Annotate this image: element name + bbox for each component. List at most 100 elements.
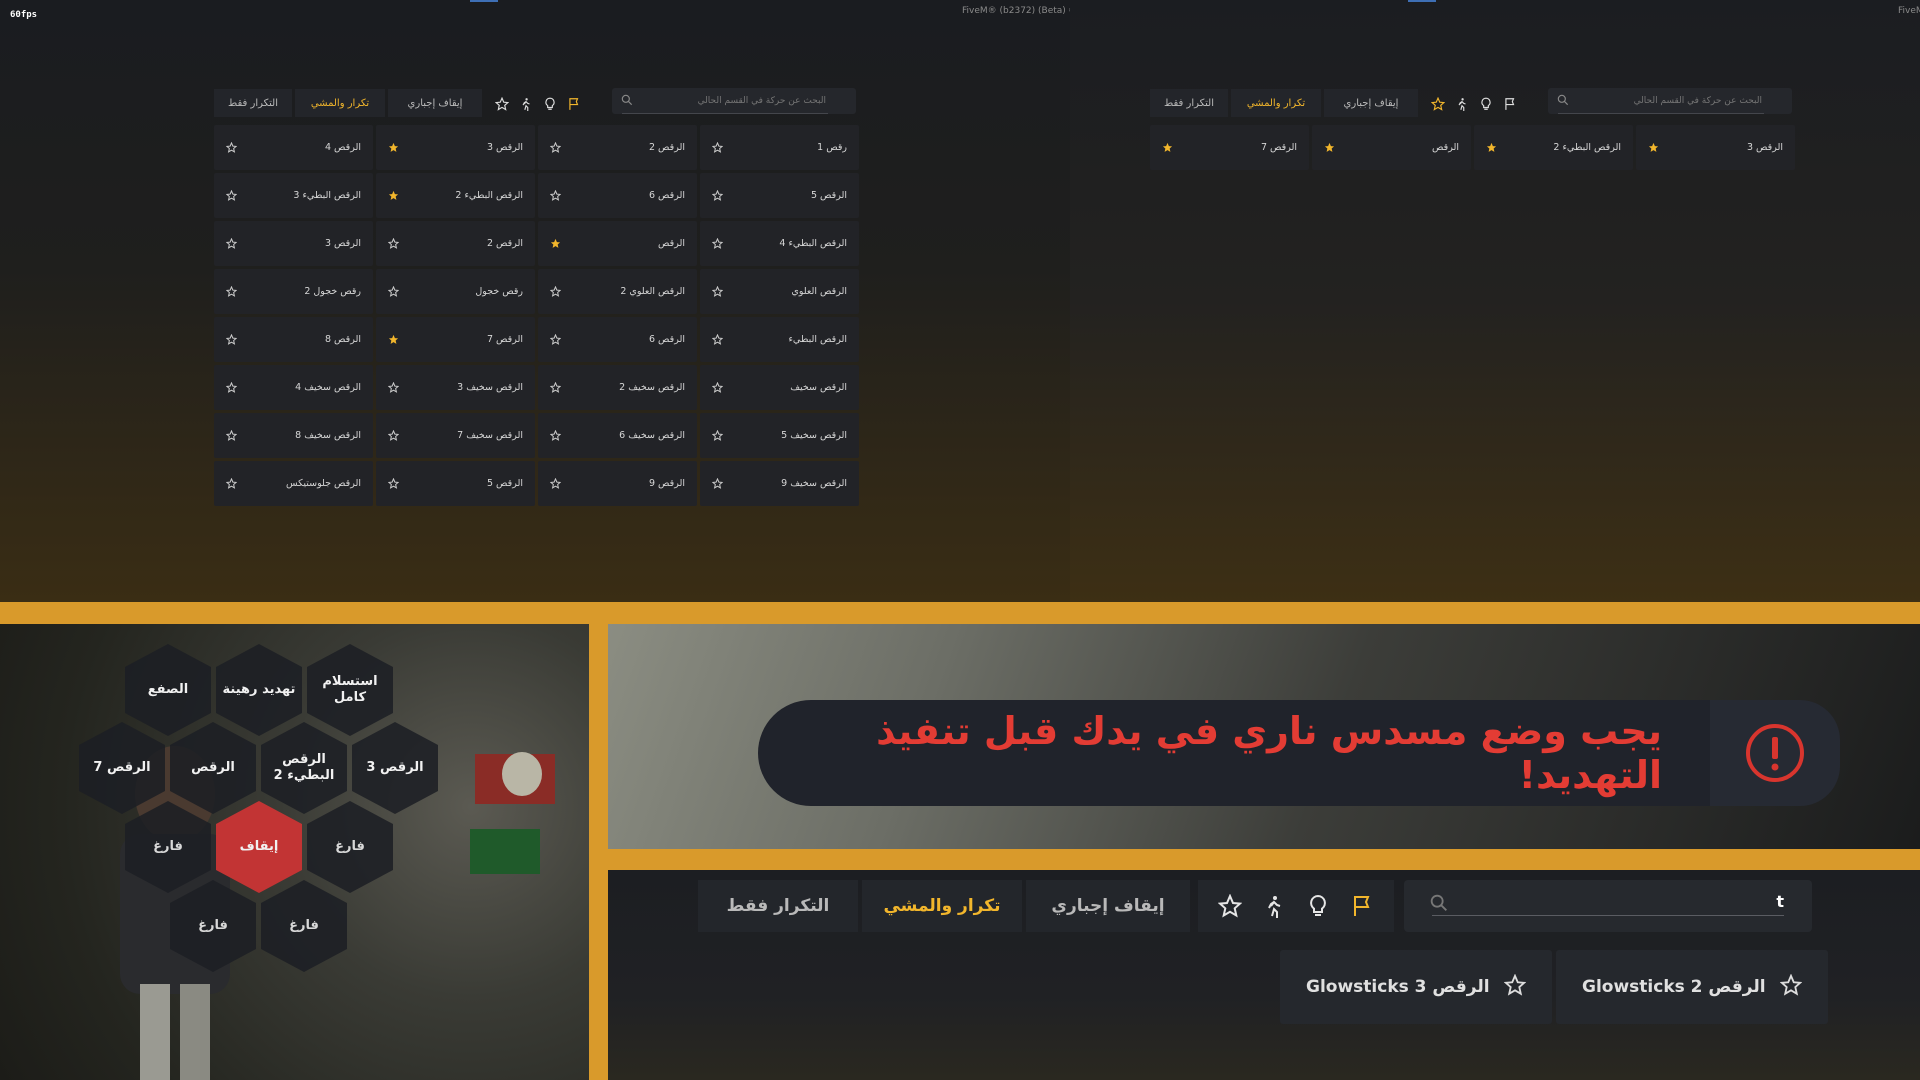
emote-cell[interactable]: الرقص جلوستيكس — [214, 461, 373, 506]
bulb-icon[interactable] — [1478, 96, 1494, 112]
radial-slot[interactable]: تهديد رهينة — [216, 644, 302, 736]
result-item[interactable]: Glowsticks الرقص 2 — [1556, 950, 1828, 1024]
star-outline-icon[interactable] — [225, 474, 238, 493]
bulb-icon[interactable] — [1305, 893, 1331, 919]
star-filled-icon[interactable] — [1486, 138, 1497, 157]
loop-walk-button[interactable]: تكرار والمشي — [862, 880, 1022, 932]
radial-slot[interactable]: فارغ — [261, 880, 347, 972]
emote-cell[interactable]: الرقص سخيف 5 — [700, 413, 859, 458]
star-outline-icon[interactable] — [549, 426, 562, 445]
emote-cell[interactable]: الرقص البطيء 2 — [1474, 125, 1633, 170]
star-outline-icon[interactable] — [225, 378, 238, 397]
flag-icon[interactable] — [1502, 96, 1518, 112]
emote-cell[interactable]: الرقص — [538, 221, 697, 266]
star-outline-icon[interactable] — [711, 474, 724, 493]
emote-cell[interactable]: الرقص البطيء — [700, 317, 859, 362]
star-icon[interactable] — [1217, 893, 1243, 919]
emote-cell[interactable]: الرقص 6 — [538, 173, 697, 218]
emote-cell[interactable]: الرقص سخيف 6 — [538, 413, 697, 458]
emote-cell[interactable]: الرقص — [1312, 125, 1471, 170]
star-outline-icon[interactable] — [225, 186, 238, 205]
emote-cell[interactable]: الرقص سخيف 2 — [538, 365, 697, 410]
loop-only-button[interactable]: التكرار فقط — [698, 880, 858, 932]
loop-walk-button[interactable]: تكرار والمشي — [295, 89, 385, 117]
star-outline-icon[interactable] — [225, 138, 238, 157]
star-outline-icon[interactable] — [225, 282, 238, 301]
emote-cell[interactable]: الرقص البطيء 2 — [376, 173, 535, 218]
force-stop-button[interactable]: إيقاف إجباري — [1324, 89, 1418, 117]
star-outline-icon[interactable] — [549, 474, 562, 493]
star-outline-icon[interactable] — [549, 138, 562, 157]
search-box[interactable] — [612, 88, 856, 114]
search-input[interactable] — [1558, 88, 1764, 114]
emote-cell[interactable]: الرقص سخيف 9 — [700, 461, 859, 506]
star-outline-icon[interactable] — [1503, 973, 1527, 1000]
emote-cell[interactable]: الرقص البطيء 4 — [700, 221, 859, 266]
emote-cell[interactable]: الرقص 9 — [538, 461, 697, 506]
star-outline-icon[interactable] — [711, 330, 724, 349]
radial-slot[interactable]: فارغ — [307, 801, 393, 893]
star-outline-icon[interactable] — [225, 234, 238, 253]
radial-slot[interactable]: استسلام كامل — [307, 644, 393, 736]
search-box[interactable]: t — [1404, 880, 1812, 932]
star-outline-icon[interactable] — [711, 186, 724, 205]
search-input[interactable] — [622, 88, 828, 114]
emote-cell[interactable]: الرقص 6 — [538, 317, 697, 362]
star-icon[interactable] — [1430, 96, 1446, 112]
emote-cell[interactable]: الرقص سخيف 7 — [376, 413, 535, 458]
radial-slot[interactable]: الرقص 3 — [352, 722, 438, 814]
loop-only-button[interactable]: التكرار فقط — [1150, 89, 1228, 117]
emote-cell[interactable]: الرقص 2 — [376, 221, 535, 266]
bulb-icon[interactable] — [542, 96, 558, 112]
force-stop-button[interactable]: إيقاف إجباري — [388, 89, 482, 117]
star-filled-icon[interactable] — [1162, 138, 1173, 157]
flag-icon[interactable] — [566, 96, 582, 112]
radial-slot[interactable]: الصفع — [125, 644, 211, 736]
star-outline-icon[interactable] — [711, 426, 724, 445]
star-outline-icon[interactable] — [1779, 973, 1803, 1000]
emote-cell[interactable]: رقص خجول 2 — [214, 269, 373, 314]
star-outline-icon[interactable] — [711, 282, 724, 301]
star-filled-icon[interactable] — [550, 234, 561, 253]
walk-icon[interactable] — [1261, 893, 1287, 919]
radial-slot[interactable]: الرقص البطيء 2 — [261, 722, 347, 814]
flag-icon[interactable] — [1349, 893, 1375, 919]
star-outline-icon[interactable] — [711, 138, 724, 157]
star-outline-icon[interactable] — [225, 330, 238, 349]
emote-cell[interactable]: الرقص سخيف 8 — [214, 413, 373, 458]
emote-cell[interactable]: الرقص العلوي — [700, 269, 859, 314]
search-input[interactable]: t — [1776, 892, 1784, 911]
star-outline-icon[interactable] — [549, 330, 562, 349]
emote-cell[interactable]: الرقص سخيف 4 — [214, 365, 373, 410]
emote-cell[interactable]: الرقص 8 — [214, 317, 373, 362]
force-stop-button[interactable]: إيقاف إجباري — [1026, 880, 1190, 932]
emote-cell[interactable]: الرقص 3 — [376, 125, 535, 170]
walk-icon[interactable] — [1454, 96, 1470, 112]
emote-cell[interactable]: الرقص سخيف 3 — [376, 365, 535, 410]
emote-cell[interactable]: الرقص سخيف — [700, 365, 859, 410]
star-outline-icon[interactable] — [387, 474, 400, 493]
emote-cell[interactable]: الرقص العلوي 2 — [538, 269, 697, 314]
star-outline-icon[interactable] — [387, 234, 400, 253]
emote-cell[interactable]: رقص 1 — [700, 125, 859, 170]
loop-walk-button[interactable]: تكرار والمشي — [1231, 89, 1321, 117]
emote-cell[interactable]: رقص خجول — [376, 269, 535, 314]
star-outline-icon[interactable] — [549, 186, 562, 205]
emote-cell[interactable]: الرقص 7 — [376, 317, 535, 362]
star-filled-icon[interactable] — [388, 330, 399, 349]
emote-cell[interactable]: الرقص 5 — [376, 461, 535, 506]
star-outline-icon[interactable] — [549, 282, 562, 301]
star-filled-icon[interactable] — [1648, 138, 1659, 157]
star-outline-icon[interactable] — [549, 378, 562, 397]
star-outline-icon[interactable] — [387, 426, 400, 445]
star-filled-icon[interactable] — [388, 138, 399, 157]
star-outline-icon[interactable] — [711, 378, 724, 397]
emote-cell[interactable]: الرقص 4 — [214, 125, 373, 170]
result-item[interactable]: Glowsticks الرقص 3 — [1280, 950, 1552, 1024]
star-outline-icon[interactable] — [225, 426, 238, 445]
star-filled-icon[interactable] — [1324, 138, 1335, 157]
search-box[interactable] — [1548, 88, 1792, 114]
loop-only-button[interactable]: التكرار فقط — [214, 89, 292, 117]
emote-cell[interactable]: الرقص 5 — [700, 173, 859, 218]
star-outline-icon[interactable] — [387, 282, 400, 301]
